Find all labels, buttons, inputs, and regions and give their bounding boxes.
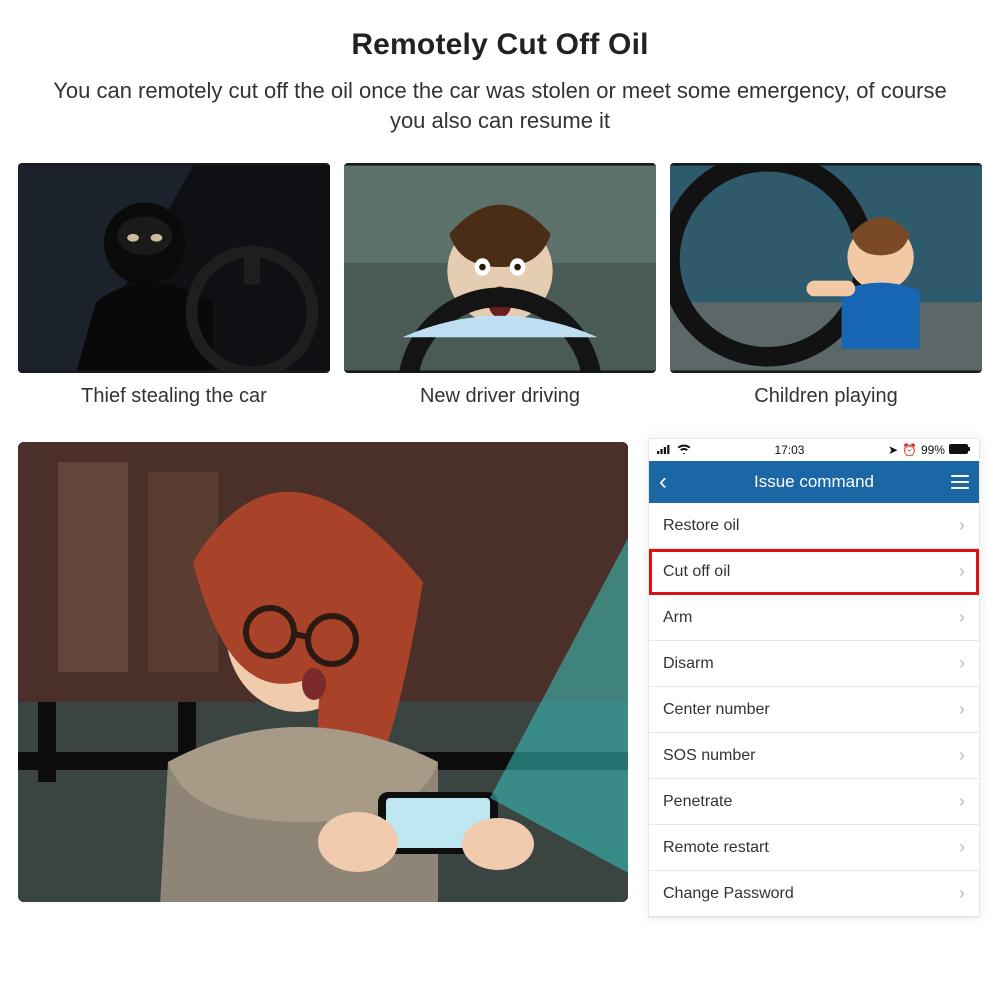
wifi-icon	[677, 443, 691, 457]
command-label: Cut off oil	[663, 563, 730, 581]
command-label: Change Password	[663, 885, 794, 903]
back-icon[interactable]: ‹	[659, 470, 667, 494]
command-list: Restore oil›Cut off oil›Arm›Disarm›Cente…	[649, 503, 979, 917]
status-bar: 17:03 ➤ ⏰ 99%	[649, 439, 979, 461]
scenario-image-children	[670, 163, 982, 373]
navbar-title: Issue command	[754, 472, 874, 492]
command-label: Arm	[663, 609, 692, 627]
command-row[interactable]: Disarm ›	[649, 641, 979, 687]
chevron-right-icon: ›	[959, 607, 965, 628]
command-label: Center number	[663, 701, 770, 719]
chevron-right-icon: ›	[959, 837, 965, 858]
chevron-right-icon: ›	[959, 653, 965, 674]
scenario-card: New driver driving	[344, 163, 656, 408]
chevron-right-icon: ›	[959, 561, 965, 582]
scenario-row: Thief stealing the car New dri	[0, 135, 1000, 408]
command-label: Penetrate	[663, 793, 732, 811]
navbar: ‹ Issue command	[649, 461, 979, 503]
command-label: Disarm	[663, 655, 714, 673]
command-row[interactable]: Center number ›	[649, 687, 979, 733]
scenario-image-new-driver	[344, 163, 656, 373]
page-title: Remotely Cut Off Oil	[0, 28, 1000, 62]
command-row[interactable]: Arm ›	[649, 595, 979, 641]
command-row[interactable]: Restore oil ›	[649, 503, 979, 549]
battery-icon	[949, 443, 971, 457]
command-label: Restore oil	[663, 517, 739, 535]
page-subtitle: You can remotely cut off the oil once th…	[0, 76, 1000, 135]
battery-pct: 99%	[921, 443, 945, 457]
command-row[interactable]: Remote restart ›	[649, 825, 979, 871]
chevron-right-icon: ›	[959, 515, 965, 536]
phone-screenshot: 17:03 ➤ ⏰ 99% ‹ Issue command Restore oi…	[648, 438, 980, 918]
hero-image-person-phone	[18, 442, 628, 902]
chevron-right-icon: ›	[959, 791, 965, 812]
scenario-image-thief	[18, 163, 330, 373]
command-row[interactable]: Change Password ›	[649, 871, 979, 917]
menu-icon[interactable]	[951, 475, 969, 489]
scenario-card: Thief stealing the car	[18, 163, 330, 408]
chevron-right-icon: ›	[959, 883, 965, 904]
scenario-card: Children playing	[670, 163, 982, 408]
status-time: 17:03	[774, 443, 804, 457]
location-icon: ➤	[888, 443, 898, 457]
command-row[interactable]: SOS number ›	[649, 733, 979, 779]
scenario-caption: Children playing	[754, 385, 897, 408]
alarm-icon: ⏰	[902, 443, 917, 457]
chevron-right-icon: ›	[959, 699, 965, 720]
scenario-caption: Thief stealing the car	[81, 385, 267, 408]
command-label: SOS number	[663, 747, 755, 765]
command-row[interactable]: Cut off oil ›	[649, 549, 979, 595]
command-label: Remote restart	[663, 839, 769, 857]
signal-icon	[657, 443, 673, 457]
scenario-caption: New driver driving	[420, 385, 580, 408]
command-row[interactable]: Penetrate ›	[649, 779, 979, 825]
chevron-right-icon: ›	[959, 745, 965, 766]
